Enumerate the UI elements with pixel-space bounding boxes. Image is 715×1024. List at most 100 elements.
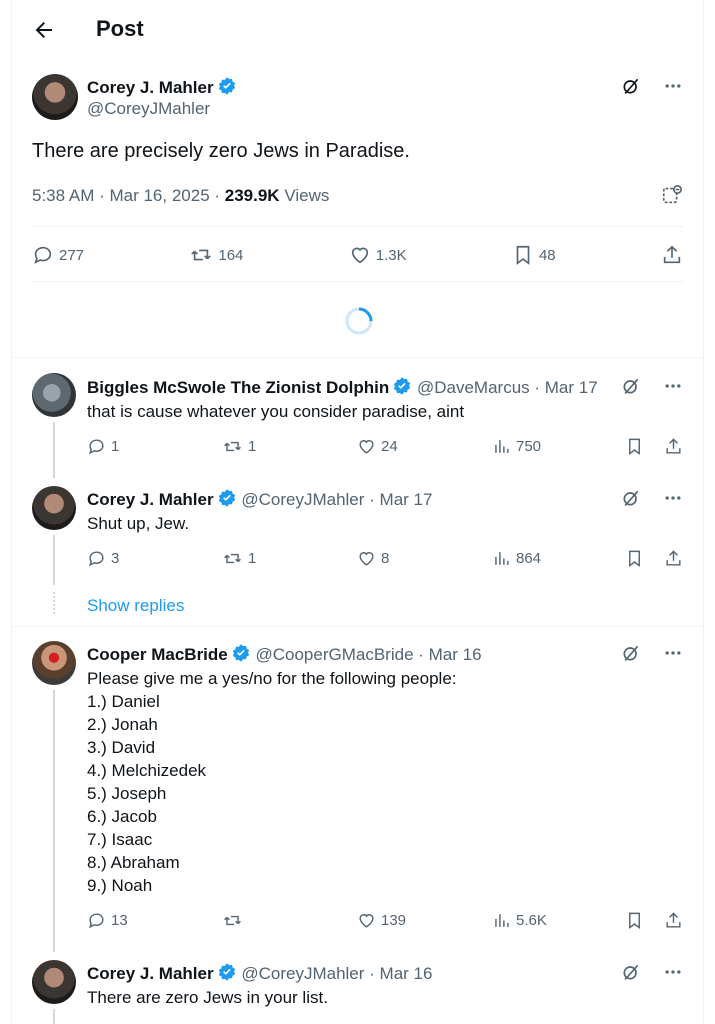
- verified-badge-icon: [218, 489, 235, 507]
- share-icon[interactable]: [664, 437, 683, 456]
- reply-date[interactable]: Mar 17: [380, 490, 433, 509]
- reply-icon: [34, 246, 52, 264]
- list-item: 1.) Daniel: [87, 692, 160, 711]
- bookmark-button[interactable]: 48: [512, 244, 556, 266]
- author-name[interactable]: Corey J. Mahler: [87, 76, 237, 98]
- timestamp[interactable]: 5:38 AM · Mar 16, 2025 ·: [32, 186, 225, 205]
- reply-top-icons: [621, 376, 683, 396]
- like-icon: [351, 247, 368, 264]
- post-meta: 5:38 AM · Mar 16, 2025 · 239.9K Views: [32, 186, 329, 206]
- reply-icon: [88, 913, 104, 929]
- separator: ·: [364, 964, 380, 983]
- author-name[interactable]: Cooper MacBride: [87, 645, 228, 664]
- grok-icon[interactable]: [621, 376, 641, 396]
- avatar[interactable]: [32, 74, 78, 120]
- reply-icon: [88, 439, 104, 455]
- like-button[interactable]: 1.3K: [349, 244, 407, 266]
- section-divider: [12, 357, 703, 358]
- header: Post: [12, 0, 703, 62]
- repost-button[interactable]: 1: [222, 437, 357, 456]
- bookmark-icon[interactable]: [625, 911, 644, 930]
- more-icon[interactable]: [663, 376, 683, 396]
- separator: ·: [529, 378, 545, 397]
- like-button[interactable]: 24: [357, 437, 492, 456]
- reply-header: Corey J. Mahler @CoreyJMahler · Mar 17: [87, 488, 432, 510]
- author-name[interactable]: Corey J. Mahler: [87, 964, 214, 983]
- bookmark-icon[interactable]: [625, 437, 644, 456]
- views-button[interactable]: 864: [492, 549, 625, 568]
- more-icon[interactable]: [663, 76, 683, 96]
- reply-button[interactable]: 3: [87, 549, 222, 568]
- list-item: 3.) David: [87, 738, 156, 757]
- thread-line: [53, 422, 55, 478]
- more-icon[interactable]: [663, 488, 683, 508]
- list-item: 6.) Jacob: [87, 807, 157, 826]
- author-handle[interactable]: @CoreyJMahler: [87, 99, 210, 119]
- views-count: 239.9K: [224, 186, 280, 205]
- views-icon: [495, 914, 509, 927]
- avatar[interactable]: [32, 373, 76, 417]
- like-button[interactable]: 139: [357, 911, 492, 930]
- reply-header: Biggles McSwole The Zionist Dolphin @Dav…: [87, 376, 598, 398]
- reply-button[interactable]: 277: [32, 244, 84, 266]
- verified-badge-icon: [232, 644, 249, 662]
- bookmark-icon[interactable]: [625, 549, 644, 568]
- reply-top-icons: [621, 643, 683, 663]
- repost-icon: [224, 441, 241, 452]
- reply-text: that is cause whatever you consider para…: [87, 402, 465, 421]
- avatar[interactable]: [32, 486, 76, 530]
- thread-line: [53, 1009, 55, 1024]
- grok-icon[interactable]: [621, 962, 641, 982]
- like-icon: [359, 552, 374, 566]
- avatar[interactable]: [32, 960, 76, 1004]
- reply-button[interactable]: 13: [87, 911, 222, 930]
- verified-badge-icon: [218, 963, 235, 981]
- grok-icon[interactable]: [621, 76, 641, 96]
- author-handle[interactable]: @CoreyJMahler: [241, 964, 364, 983]
- repost-button[interactable]: 164: [189, 244, 243, 266]
- verified-badge-icon: [218, 77, 235, 95]
- reply-date[interactable]: Mar 17: [545, 378, 598, 397]
- author-handle[interactable]: @CooperGMacBride: [255, 645, 413, 664]
- list-item: 2.) Jonah: [87, 715, 158, 734]
- repost-button[interactable]: [222, 911, 357, 930]
- reply-date[interactable]: Mar 16: [429, 645, 482, 664]
- show-replies-link[interactable]: Show replies: [87, 596, 184, 616]
- reply-top-icons: [621, 488, 683, 508]
- reply-text: There are zero Jews in your list.: [87, 988, 328, 1007]
- reply-button[interactable]: 1: [87, 437, 222, 456]
- thread-line: [53, 690, 55, 952]
- list-item: 8.) Abraham: [87, 853, 180, 872]
- grok-icon[interactable]: [621, 488, 641, 508]
- divider: [32, 226, 683, 227]
- views-button[interactable]: 750: [492, 437, 625, 456]
- repost-icon: [224, 553, 241, 564]
- author-handle[interactable]: @CoreyJMahler: [241, 490, 364, 509]
- views-button[interactable]: 5.6K: [492, 911, 625, 930]
- share-icon[interactable]: [664, 911, 683, 930]
- separator: ·: [413, 645, 429, 664]
- views-label: Views: [284, 186, 330, 205]
- share-icon[interactable]: [664, 549, 683, 568]
- author-name[interactable]: Biggles McSwole The Zionist Dolphin: [87, 378, 389, 397]
- reply-top-icons: [621, 962, 683, 982]
- author-name[interactable]: Corey J. Mahler: [87, 490, 214, 509]
- like-button[interactable]: 8: [357, 549, 492, 568]
- repost-icon: [224, 915, 241, 926]
- back-arrow-icon[interactable]: [32, 18, 56, 42]
- reply-date[interactable]: Mar 16: [380, 964, 433, 983]
- tag-icon[interactable]: [661, 184, 683, 206]
- reply-text-line: Please give me a yes/no for the followin…: [87, 669, 457, 688]
- share-button[interactable]: [661, 244, 683, 266]
- more-icon[interactable]: [663, 962, 683, 982]
- more-icon[interactable]: [663, 643, 683, 663]
- grok-icon[interactable]: [621, 643, 641, 663]
- avatar[interactable]: [32, 641, 76, 685]
- repost-button[interactable]: 1: [222, 549, 357, 568]
- reply-text: Please give me a yes/no for the followin…: [87, 667, 457, 897]
- author-handle[interactable]: @DaveMarcus: [417, 378, 530, 397]
- page-title: Post: [96, 16, 144, 41]
- list-item: 4.) Melchizedek: [87, 761, 207, 780]
- reply-extra-actions: [625, 911, 683, 930]
- reply-extra-actions: [625, 549, 683, 568]
